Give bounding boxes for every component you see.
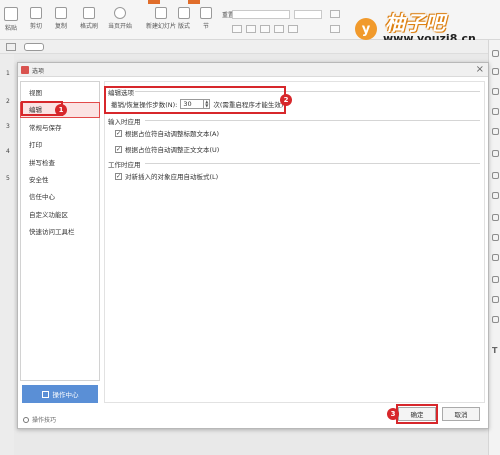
section-title-input-apply: 输入时应用: [108, 118, 141, 126]
align-icon[interactable]: [330, 10, 340, 18]
play-icon: [114, 7, 126, 19]
view-strip: [0, 40, 488, 54]
section-icon: [200, 7, 212, 19]
tool-icon[interactable]: [492, 254, 499, 261]
auto-layout-option[interactable]: ✓ 对新插入的对象应用自动板式(L): [115, 171, 218, 181]
new-slide-button[interactable]: 新建幻灯片: [146, 7, 176, 30]
slide-number[interactable]: 1: [6, 70, 10, 77]
paste-icon: [4, 7, 18, 21]
italic-icon[interactable]: [246, 25, 256, 33]
nav-item-trust-center[interactable]: 信任中心: [21, 190, 99, 204]
slide-view-icon[interactable]: [24, 43, 44, 51]
annotation-badge: 2: [280, 94, 292, 106]
options-content: 编辑选项 撤销/恢复操作步数(N): 30 ▲ ▼ 次(需重启程序才能生效) 输入…: [104, 81, 485, 403]
font-size-select[interactable]: [294, 10, 322, 19]
underline-icon[interactable]: [260, 25, 270, 33]
slide-number[interactable]: 4: [6, 148, 10, 155]
annotation-badge: 1: [55, 104, 67, 116]
annotation-box-ok: [396, 404, 438, 424]
cancel-button[interactable]: 取消: [442, 407, 480, 421]
text-tool-icon[interactable]: T: [492, 346, 497, 355]
tips-icon: [23, 416, 29, 423]
font-color-icon[interactable]: [288, 25, 298, 33]
close-icon[interactable]: ×: [476, 64, 484, 75]
checkbox-checked-icon[interactable]: ✓: [115, 172, 122, 180]
operation-tips-link[interactable]: 操作技巧: [23, 415, 56, 424]
layout-icon: [178, 7, 190, 19]
cut-button[interactable]: 剪切: [30, 7, 42, 30]
checkbox-checked-icon[interactable]: ✓: [115, 145, 122, 153]
outline-view-icon[interactable]: [6, 43, 16, 51]
logo-circle: y: [355, 18, 377, 40]
section-title-work-apply: 工作时应用: [108, 161, 141, 169]
tool-icon[interactable]: [492, 128, 499, 135]
tool-icon[interactable]: [492, 276, 499, 283]
nav-item-security[interactable]: 安全性: [21, 173, 99, 187]
dialog-title: 选项: [32, 68, 45, 75]
ribbon-tab-marker: [148, 0, 160, 4]
ribbon-tab-marker: [188, 0, 200, 4]
slide-number[interactable]: 2: [6, 98, 10, 105]
autofit-body-option[interactable]: ✓ 根据占位符自动调整正文文本(U): [115, 144, 219, 154]
operation-center-button[interactable]: 操作中心: [22, 385, 98, 403]
format-painter-button[interactable]: 格式刷: [80, 7, 98, 30]
tool-icon[interactable]: [492, 68, 499, 75]
nav-item-customize-ribbon[interactable]: 自定义功能区: [21, 208, 99, 222]
nav-item-general-save[interactable]: 常规与保存: [21, 121, 99, 135]
slide-number[interactable]: 3: [6, 123, 10, 130]
checkbox-checked-icon[interactable]: ✓: [115, 129, 122, 137]
new-slide-icon: [155, 7, 167, 19]
tool-icon[interactable]: [492, 234, 499, 241]
tool-icon[interactable]: [492, 50, 499, 57]
slide-thumbnail-rail: 1 2 3 4 5: [0, 54, 14, 455]
tool-icon[interactable]: [492, 192, 499, 199]
copy-icon: [55, 7, 67, 19]
tool-icon[interactable]: [492, 150, 499, 157]
options-nav: 视图 编辑 常规与保存 打印 拼写检查 安全性 信任中心 自定义功能区 快速访问…: [20, 81, 100, 381]
annotation-box-undo: [104, 86, 286, 114]
layout-button[interactable]: 版式: [178, 7, 190, 30]
brush-icon: [83, 7, 95, 19]
nav-item-spell-check[interactable]: 拼写检查: [21, 156, 99, 170]
nav-item-view[interactable]: 视图: [21, 86, 99, 100]
paste-button[interactable]: 粘贴: [4, 7, 18, 32]
divider: [145, 120, 480, 121]
right-tool-rail: T: [488, 40, 500, 455]
nav-item-quick-access-toolbar[interactable]: 快速访问工具栏: [21, 225, 99, 239]
autofit-title-option[interactable]: ✓ 根据占位符自动调整标题文本(A): [115, 128, 219, 138]
tool-icon[interactable]: [492, 88, 499, 95]
tool-icon[interactable]: [492, 316, 499, 323]
tool-icon[interactable]: [492, 214, 499, 221]
nav-item-print[interactable]: 打印: [21, 138, 99, 152]
annotation-badge: 3: [387, 408, 399, 420]
scissors-icon: [30, 7, 42, 19]
app-icon: [21, 66, 29, 74]
divider: [145, 163, 480, 164]
tool-icon[interactable]: [492, 108, 499, 115]
grid-icon: [41, 390, 49, 398]
font-name-select[interactable]: [232, 10, 290, 19]
tool-icon[interactable]: [492, 296, 499, 303]
tool-icon[interactable]: [492, 172, 499, 179]
slide-number[interactable]: 5: [6, 175, 10, 182]
section-button[interactable]: 节: [200, 7, 212, 30]
strikethrough-icon[interactable]: [274, 25, 284, 33]
list-icon[interactable]: [330, 25, 340, 33]
copy-button[interactable]: 复制: [55, 7, 67, 30]
bold-icon[interactable]: [232, 25, 242, 33]
dialog-titlebar: 选项 ×: [18, 63, 488, 77]
options-dialog: 选项 × 视图 编辑 常规与保存 打印 拼写检查 安全性 信任中心 自定义功能区…: [17, 62, 489, 429]
play-from-current-button[interactable]: 当页开始: [108, 7, 132, 30]
